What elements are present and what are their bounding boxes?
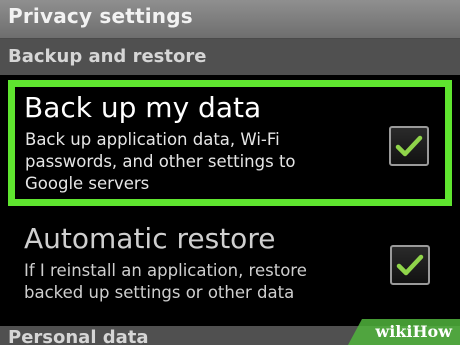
setting-summary: Back up application data, Wi-Fi password… [25, 130, 296, 193]
section-header-backup-and-restore: Backup and restore [0, 39, 460, 75]
section-header-label: Backup and restore [8, 46, 207, 67]
setting-summary: If I reinstall an application, restore b… [24, 261, 307, 302]
section-header-label: Personal data [8, 327, 149, 345]
checkmark-icon [396, 254, 424, 276]
wikihow-watermark: wikiHow [340, 315, 460, 345]
checkmark-icon [395, 135, 423, 157]
setting-back-up-my-data[interactable]: Back up my data Back up application data… [8, 80, 452, 206]
setting-title: Automatic restore [24, 222, 276, 255]
privacy-settings-screen: Privacy settings Backup and restore Back… [0, 0, 460, 345]
watermark-text: wikiHow [375, 322, 452, 341]
back-up-checkbox[interactable] [389, 126, 429, 166]
automatic-restore-checkbox[interactable] [390, 245, 430, 285]
title-bar: Privacy settings [0, 0, 460, 39]
page-title: Privacy settings [8, 4, 193, 28]
setting-automatic-restore[interactable]: Automatic restore If I reinstall an appl… [0, 216, 460, 326]
setting-title: Back up my data [24, 91, 262, 124]
